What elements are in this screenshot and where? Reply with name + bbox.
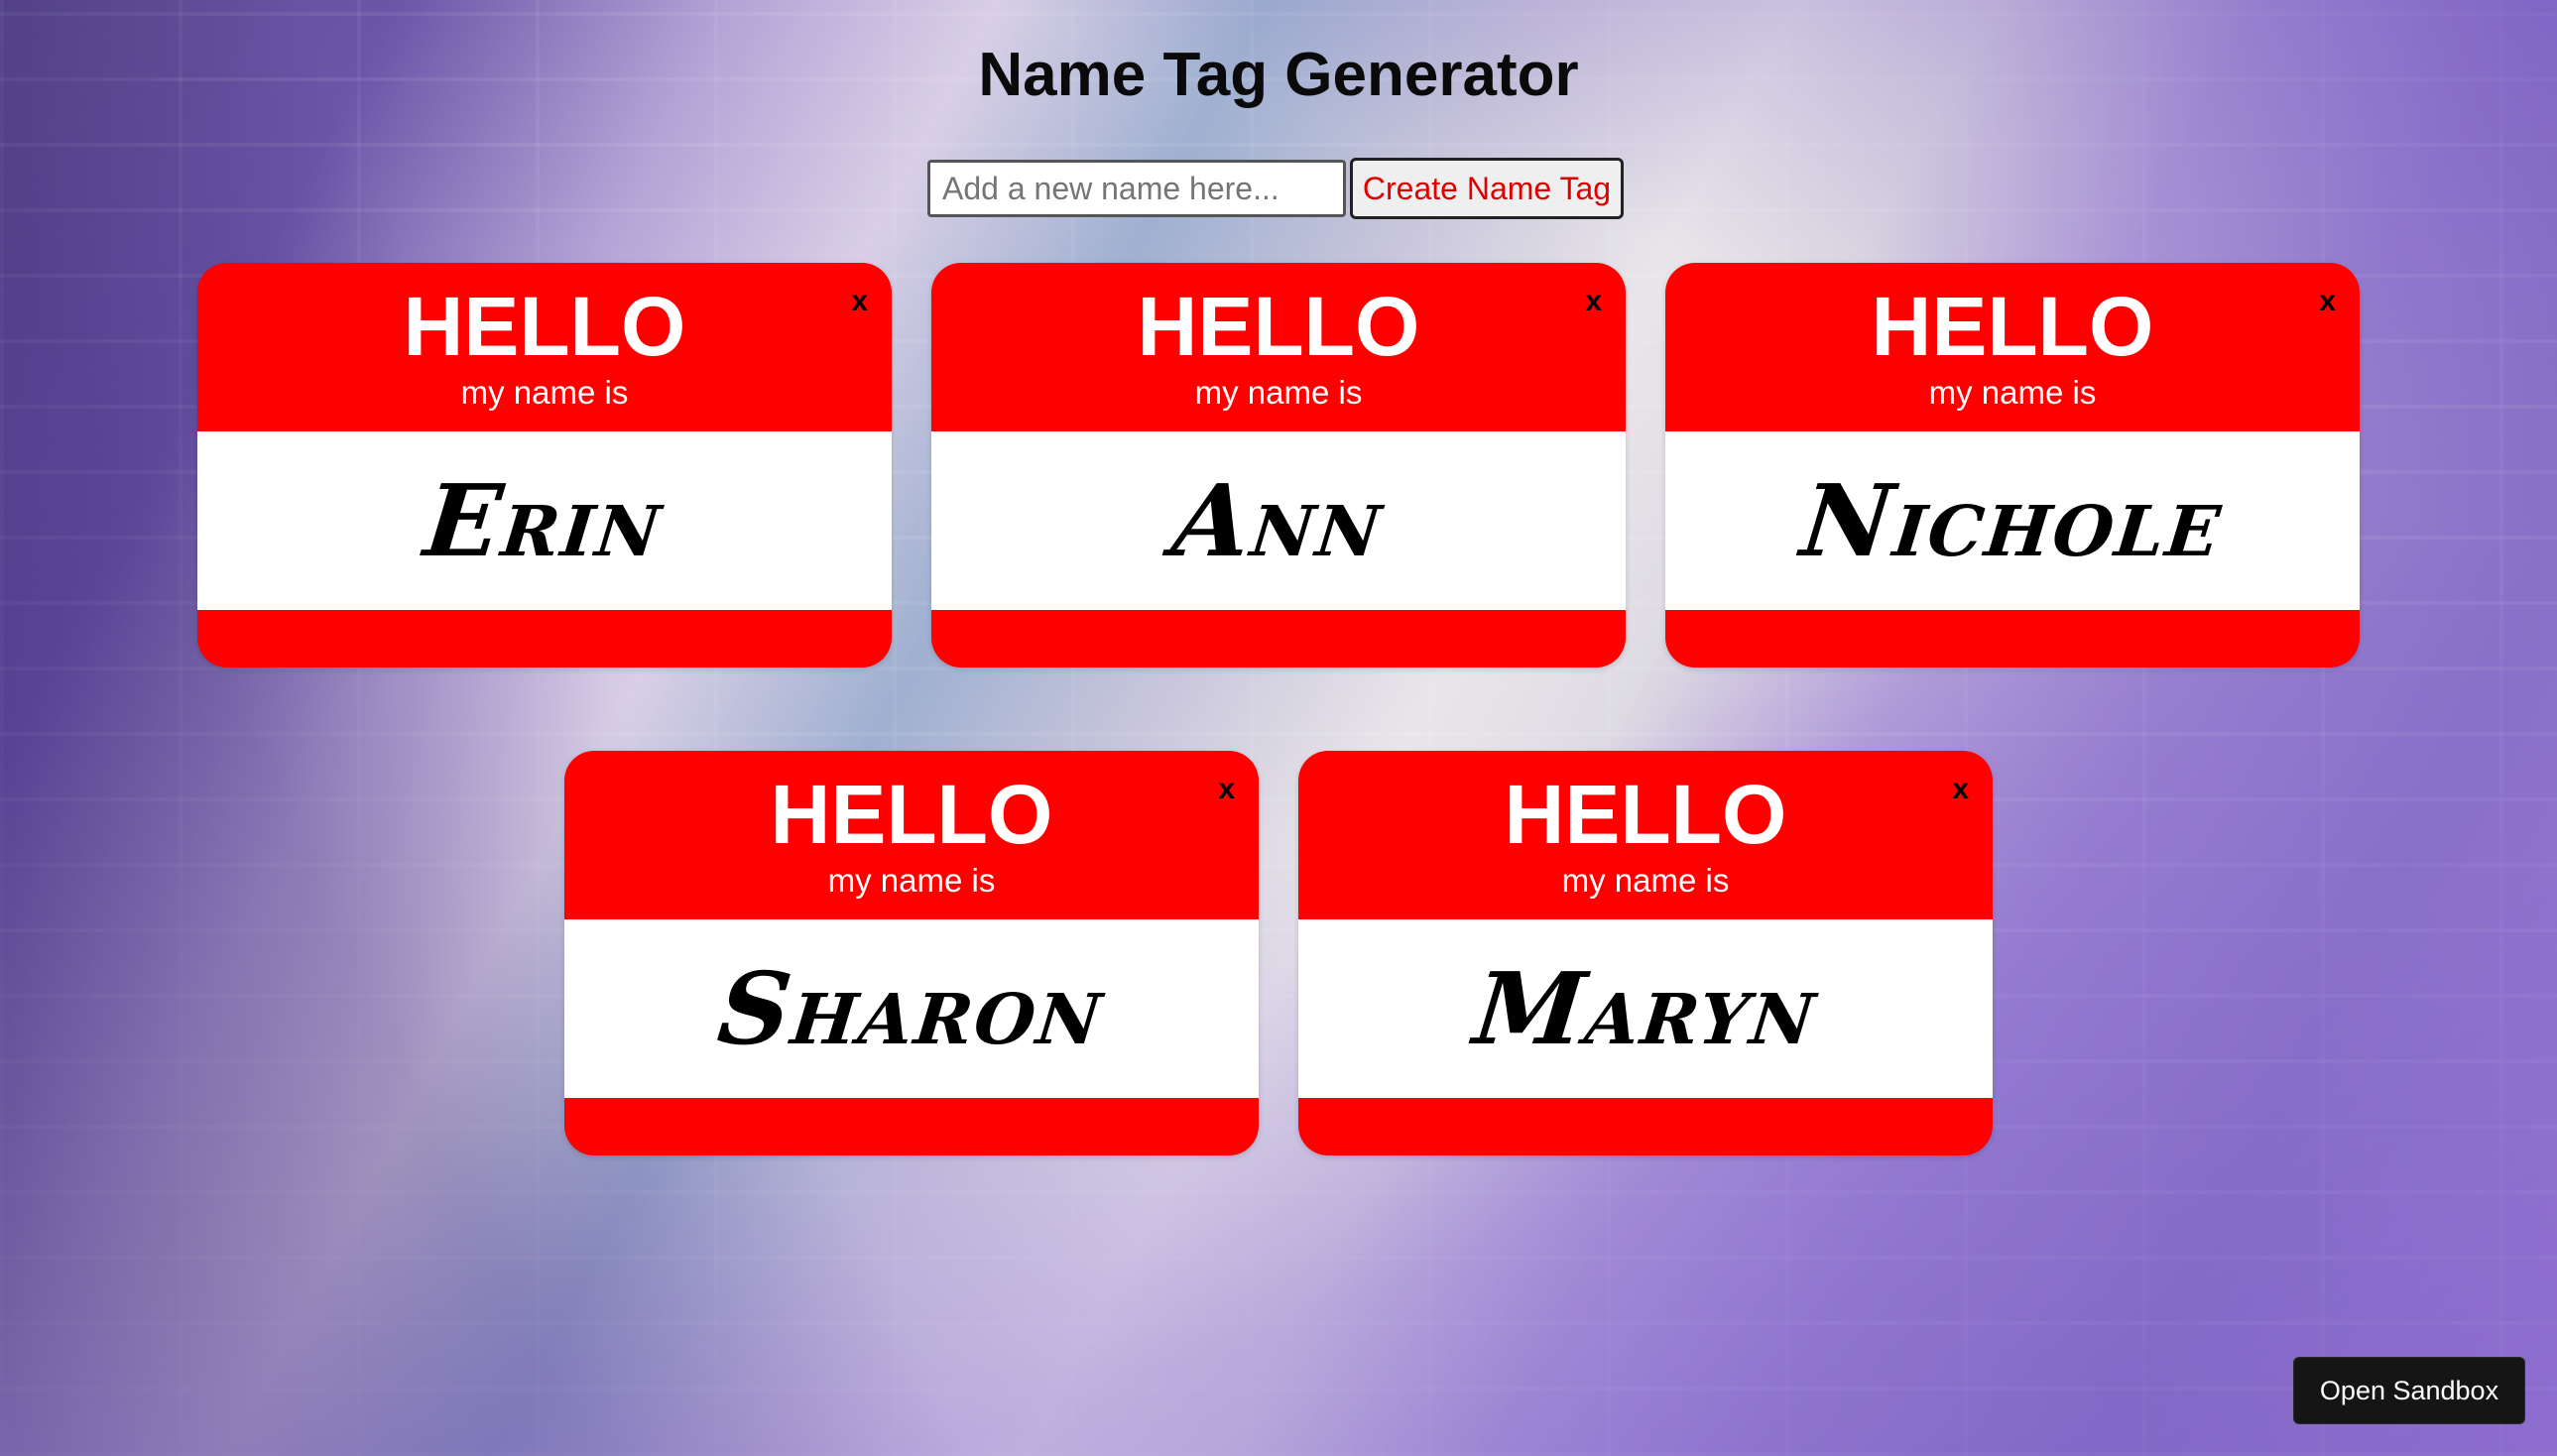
tag-name: Maryn <box>1468 950 1823 1067</box>
remove-tag-button[interactable]: x <box>851 287 868 316</box>
remove-tag-button[interactable]: x <box>1952 775 1969 804</box>
page-title: Name Tag Generator <box>978 41 1579 109</box>
tag-subtitle: my name is <box>460 374 629 411</box>
tag-subtitle: my name is <box>1194 374 1363 411</box>
tag-subtitle: my name is <box>1561 862 1730 899</box>
tag-greeting: HELLO <box>1137 280 1420 373</box>
name-input[interactable] <box>927 160 1346 217</box>
tag-greeting: HELLO <box>1871 280 2154 373</box>
tag-subtitle: my name is <box>827 862 996 899</box>
tag-name-area: Erin <box>197 431 892 610</box>
tag-name-area: Ann <box>931 431 1626 610</box>
create-name-tag-button[interactable]: Create Name Tag <box>1350 158 1624 219</box>
name-tag: HELLO my name is x Nichole <box>1665 263 2360 667</box>
name-tag: HELLO my name is x Maryn <box>1298 751 1993 1155</box>
tag-greeting: HELLO <box>403 280 686 373</box>
open-sandbox-button[interactable]: Open Sandbox <box>2293 1357 2525 1424</box>
tag-name-area: Maryn <box>1298 919 1993 1098</box>
tag-greeting: HELLO <box>1504 768 1787 861</box>
tag-greeting: HELLO <box>770 768 1053 861</box>
name-tag: HELLO my name is x Erin <box>197 263 892 667</box>
remove-tag-button[interactable]: x <box>1585 287 1602 316</box>
name-tag: HELLO my name is x Sharon <box>564 751 1259 1155</box>
tag-name: Ann <box>1167 462 1390 579</box>
remove-tag-button[interactable]: x <box>1218 775 1235 804</box>
new-tag-form: Create Name Tag <box>927 158 1624 219</box>
name-tag-list: HELLO my name is x Erin HELLO my name is… <box>0 263 2557 1155</box>
tag-name: Nichole <box>1796 462 2229 579</box>
tag-name: Erin <box>420 462 670 579</box>
name-tag: HELLO my name is x Ann <box>931 263 1626 667</box>
tag-subtitle: my name is <box>1928 374 2097 411</box>
remove-tag-button[interactable]: x <box>2319 287 2336 316</box>
tag-name: Sharon <box>712 950 1111 1067</box>
tag-name-area: Nichole <box>1665 431 2360 610</box>
tag-name-area: Sharon <box>564 919 1259 1098</box>
